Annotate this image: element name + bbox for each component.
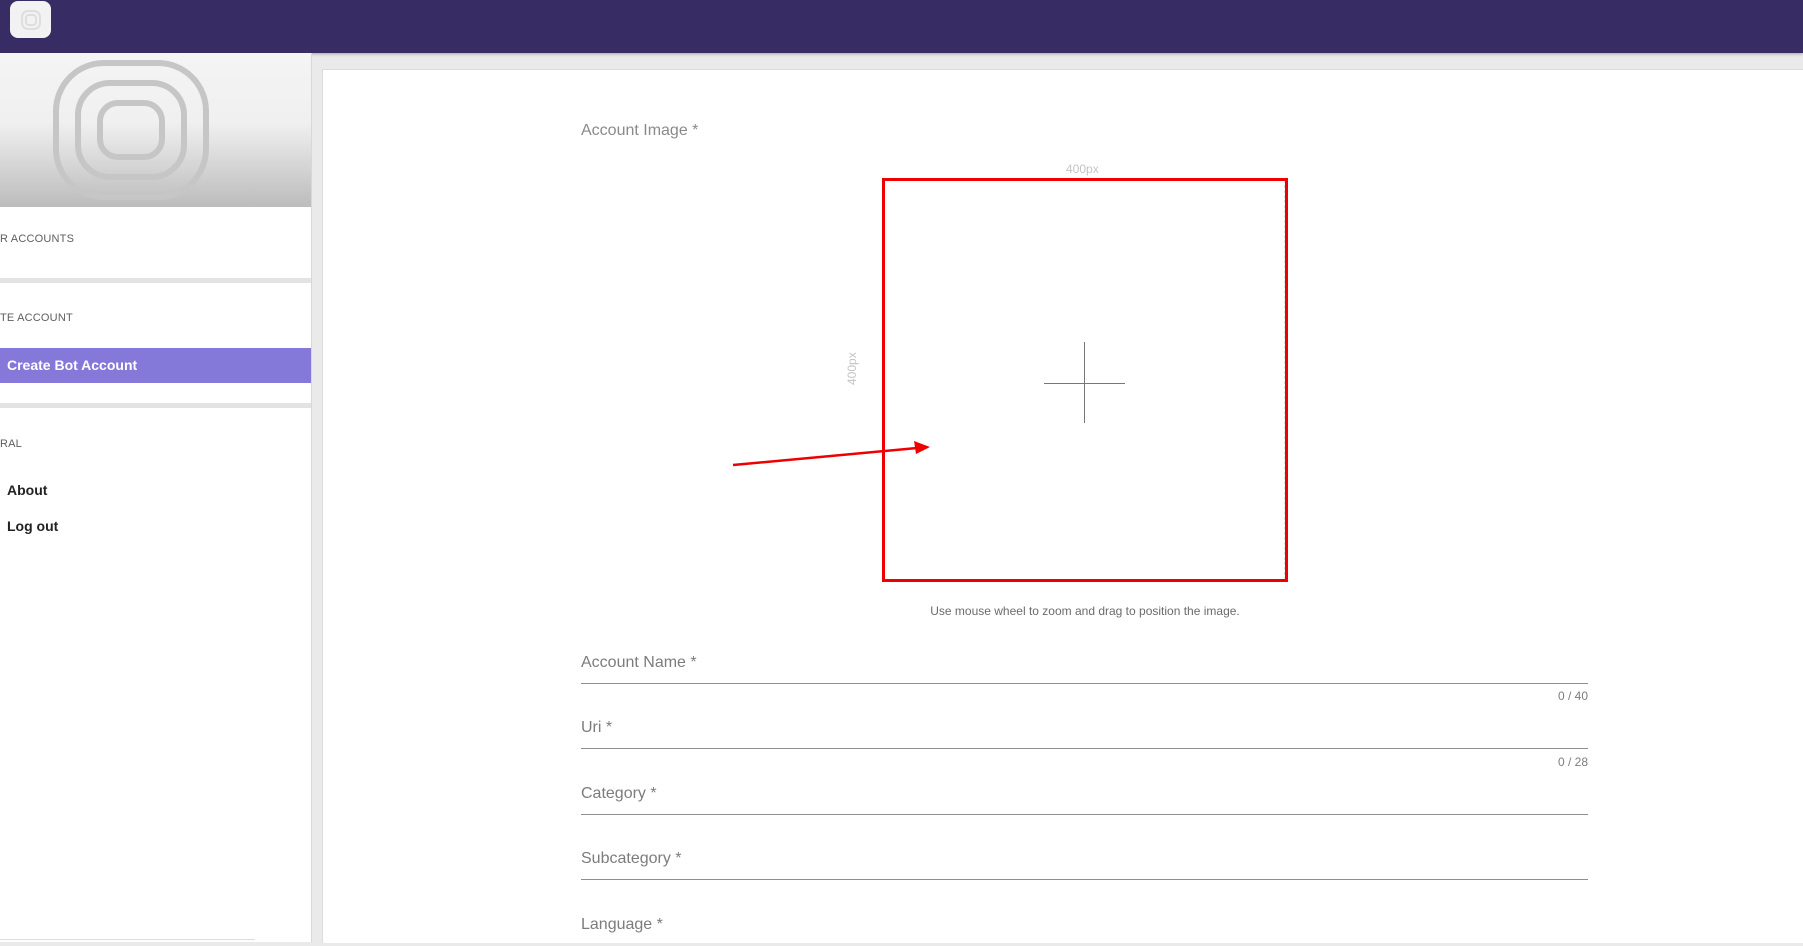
crop-hint-text: Use mouse wheel to zoom and drag to posi…: [930, 604, 1240, 618]
subcategory-label: Subcategory *: [581, 850, 682, 867]
section-title-general: RAL: [0, 438, 22, 450]
account-name-counter: 0 / 40: [1557, 689, 1588, 703]
account-name-label: Account Name *: [581, 654, 697, 671]
crop-width-label: 400px: [1066, 162, 1099, 176]
account-name-field[interactable]: Account Name *: [581, 654, 1588, 684]
category-field[interactable]: Category *: [581, 785, 1588, 815]
uri-counter: 0 / 28: [1557, 755, 1588, 769]
annotation-highlight-box: [882, 178, 1288, 582]
top-app-bar: [0, 0, 1803, 53]
account-placeholder-icon: [0, 53, 311, 207]
annotation-arrow-icon: [732, 441, 930, 467]
section-title-create-account: TE ACCOUNT: [0, 312, 73, 324]
section-title-accounts: R ACCOUNTS: [0, 233, 75, 245]
sidebar: R ACCOUNTS TE ACCOUNT Create Bot Account…: [0, 53, 312, 942]
category-label: Category *: [581, 785, 657, 802]
crosshair-icon-horizontal: [1044, 383, 1125, 384]
sidebar-item-create-bot-account[interactable]: Create Bot Account: [0, 348, 311, 383]
sidebar-divider: [0, 278, 311, 283]
crop-height-label: 400px: [845, 352, 859, 385]
uri-field[interactable]: Uri *: [581, 719, 1588, 749]
sidebar-item-about[interactable]: About: [0, 473, 311, 508]
account-image-label: Account Image *: [581, 122, 699, 139]
subcategory-field[interactable]: Subcategory *: [581, 850, 1588, 880]
sidebar-item-log-out[interactable]: Log out: [0, 509, 311, 544]
sidebar-divider: [0, 403, 311, 408]
language-label: Language *: [581, 916, 663, 933]
app-logo-icon[interactable]: [10, 1, 51, 38]
sidebar-bottom-divider: [0, 939, 255, 940]
uri-label: Uri *: [581, 719, 613, 736]
